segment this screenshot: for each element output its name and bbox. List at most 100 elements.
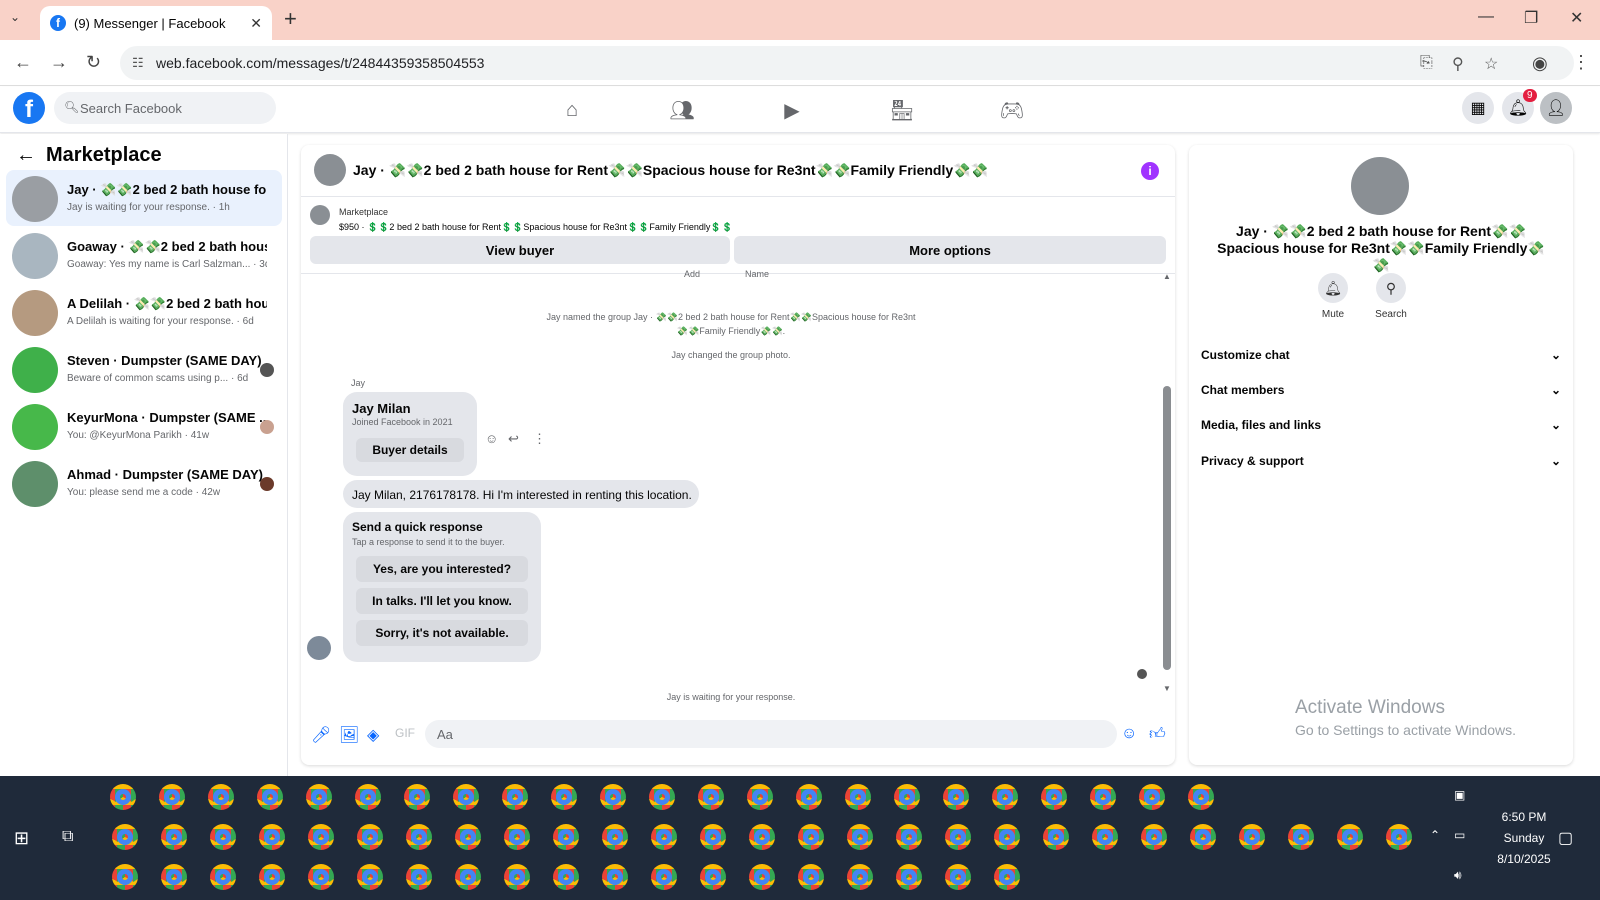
media-files-row[interactable]: Media, files and links ⌄ xyxy=(1201,411,1561,439)
close-tab-icon[interactable]: ✕ xyxy=(250,15,262,32)
taskbar-app-icon[interactable] xyxy=(259,864,285,890)
taskbar-app-icon[interactable] xyxy=(112,864,138,890)
sticker-icon[interactable]: ◈ xyxy=(367,725,379,745)
forward-icon[interactable]: → xyxy=(50,52,68,73)
search-button[interactable]: ⚲ Search xyxy=(1361,273,1421,320)
quick-reply-button[interactable]: Sorry, it's not available. xyxy=(356,620,528,646)
chat-title[interactable]: Jay · 💸💸2 bed 2 bath house for Rent💸💸Spa… xyxy=(353,162,988,179)
taskbar-app-icon[interactable] xyxy=(649,784,675,810)
show-hidden-icons[interactable]: ⌃ xyxy=(1430,828,1440,842)
view-buyer-button[interactable]: View buyer xyxy=(310,236,730,264)
taskbar-app-icon[interactable] xyxy=(308,864,334,890)
site-info-icon[interactable]: ☷ xyxy=(132,55,144,71)
address-bar[interactable]: ☷ web.facebook.com/messages/t/2484435935… xyxy=(120,46,1574,80)
taskbar-app-icon[interactable] xyxy=(945,864,971,890)
taskbar-app-icon[interactable] xyxy=(1041,784,1067,810)
scroll-up-icon[interactable]: ▲ xyxy=(1163,272,1171,281)
buyer-details-button[interactable]: Buyer details xyxy=(356,438,464,462)
message-input[interactable]: Aa xyxy=(425,720,1117,748)
taskbar-app-icon[interactable] xyxy=(651,824,677,850)
taskbar-app-icon[interactable] xyxy=(1188,784,1214,810)
taskbar-app-icon[interactable] xyxy=(553,824,579,850)
new-tab-button[interactable]: + xyxy=(284,6,297,32)
photo-icon[interactable]: 🖼︎ xyxy=(339,725,359,745)
reply-icon[interactable]: ↩ xyxy=(508,431,519,447)
taskbar-app-icon[interactable] xyxy=(1092,824,1118,850)
listing-price-title[interactable]: $950 · 💲💲2 bed 2 bath house for Rent💲💲Sp… xyxy=(339,222,733,233)
conversation-item[interactable]: Jay · 💸💸2 bed 2 bath house for ... Jay i… xyxy=(6,170,282,226)
taskbar-app-icon[interactable] xyxy=(306,784,332,810)
taskbar-app-icon[interactable] xyxy=(602,824,628,850)
taskbar-app-icon[interactable] xyxy=(1043,824,1069,850)
meet-now-icon[interactable]: ▣ xyxy=(1454,788,1465,802)
taskbar-app-icon[interactable] xyxy=(308,824,334,850)
tab-search-icon[interactable]: ⌄ xyxy=(10,10,20,24)
taskbar-app-icon[interactable] xyxy=(698,784,724,810)
conversation-item[interactable]: KeyurMona · Dumpster (SAME ... You: @Key… xyxy=(6,398,282,454)
conversation-item[interactable]: Ahmad · Dumpster (SAME DAY) ... You: ple… xyxy=(6,455,282,511)
taskbar-app-icon[interactable] xyxy=(208,784,234,810)
taskbar-app-icon[interactable] xyxy=(847,824,873,850)
quick-reply-button[interactable]: In talks. I'll let you know. xyxy=(356,588,528,614)
info-icon[interactable]: i xyxy=(1141,162,1159,180)
network-icon[interactable]: ▭ xyxy=(1454,828,1465,842)
scroll-down-icon[interactable]: ▼ xyxy=(1163,684,1171,693)
menu-grid-icon[interactable]: ▦ xyxy=(1462,92,1494,124)
bookmark-star-icon[interactable]: ☆ xyxy=(1484,54,1498,74)
notification-center-icon[interactable]: ▢ xyxy=(1558,828,1573,848)
taskbar-app-icon[interactable] xyxy=(551,784,577,810)
taskbar-app-icon[interactable] xyxy=(406,864,432,890)
emoji-icon[interactable]: ☺ xyxy=(1121,725,1137,743)
taskbar-app-icon[interactable] xyxy=(749,864,775,890)
taskbar-app-icon[interactable] xyxy=(894,784,920,810)
clock-date[interactable]: 8/10/2025 xyxy=(1484,852,1564,866)
task-view-icon[interactable]: ⧉ xyxy=(62,828,73,846)
back-arrow-icon[interactable]: ← xyxy=(16,144,36,167)
like-icon[interactable]: 👍︎ xyxy=(1149,725,1166,744)
facebook-logo[interactable]: f xyxy=(13,92,45,124)
gaming-icon[interactable]: 🎮︎ xyxy=(992,95,1032,125)
taskbar-app-icon[interactable] xyxy=(896,824,922,850)
gif-icon[interactable]: GIF xyxy=(395,726,415,740)
taskbar-app-icon[interactable] xyxy=(749,824,775,850)
taskbar-app-icon[interactable] xyxy=(992,784,1018,810)
reload-icon[interactable]: ↻ xyxy=(86,52,101,73)
taskbar-app-icon[interactable] xyxy=(159,784,185,810)
taskbar-app-icon[interactable] xyxy=(453,784,479,810)
taskbar-app-icon[interactable] xyxy=(110,784,136,810)
taskbar-app-icon[interactable] xyxy=(1190,824,1216,850)
taskbar-app-icon[interactable] xyxy=(602,864,628,890)
taskbar-app-icon[interactable] xyxy=(700,824,726,850)
facebook-search-input[interactable]: 🔍︎ Search Facebook xyxy=(54,92,276,124)
zoom-icon[interactable]: ⚲ xyxy=(1452,54,1464,74)
customize-chat-row[interactable]: Customize chat ⌄ xyxy=(1201,341,1561,369)
taskbar-app-icon[interactable] xyxy=(798,824,824,850)
taskbar-app-icon[interactable] xyxy=(502,784,528,810)
taskbar-app-icon[interactable] xyxy=(112,824,138,850)
taskbar-app-icon[interactable] xyxy=(943,784,969,810)
taskbar-app-icon[interactable] xyxy=(1141,824,1167,850)
conversation-item[interactable]: A Delilah · 💸💸2 bed 2 bath hous... A Del… xyxy=(6,284,282,340)
taskbar-app-icon[interactable] xyxy=(994,864,1020,890)
video-icon[interactable]: ▶ xyxy=(772,95,812,125)
taskbar-app-icon[interactable] xyxy=(257,784,283,810)
react-icon[interactable]: ☺ xyxy=(485,431,498,446)
taskbar-app-icon[interactable] xyxy=(847,864,873,890)
browser-tab[interactable]: f (9) Messenger | Facebook ✕ xyxy=(40,6,272,40)
windows-start-icon[interactable]: ⊞ xyxy=(14,828,29,849)
taskbar-app-icon[interactable] xyxy=(896,864,922,890)
taskbar-app-icon[interactable] xyxy=(747,784,773,810)
privacy-support-row[interactable]: Privacy & support ⌄ xyxy=(1201,447,1561,475)
friends-icon[interactable]: 👥︎ xyxy=(662,95,702,125)
home-icon[interactable]: ⌂ xyxy=(552,95,592,125)
taskbar-app-icon[interactable] xyxy=(1386,824,1412,850)
install-app-icon[interactable]: ⎘ xyxy=(1420,54,1433,72)
profile-icon[interactable]: ◉ xyxy=(1532,53,1548,74)
account-avatar[interactable]: 👤︎ xyxy=(1540,92,1572,124)
taskbar-app-icon[interactable] xyxy=(994,824,1020,850)
taskbar-app-icon[interactable] xyxy=(504,864,530,890)
mute-button[interactable]: 🔔︎ Mute xyxy=(1303,273,1363,320)
taskbar-app-icon[interactable] xyxy=(651,864,677,890)
taskbar-app-icon[interactable] xyxy=(1090,784,1116,810)
restore-button[interactable]: ❐ xyxy=(1524,8,1538,28)
